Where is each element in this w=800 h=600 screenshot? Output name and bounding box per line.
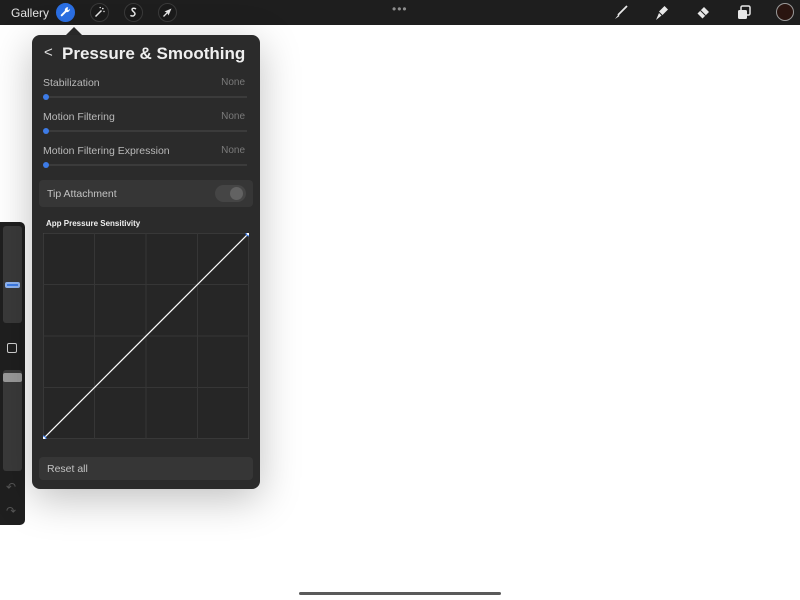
tip-attachment-toggle[interactable] [215,185,246,202]
home-indicator [299,592,501,595]
panel-title: Pressure & Smoothing [62,44,246,63]
pressure-curve-editor[interactable] [43,233,249,439]
motion-filtering-expression-label: Motion Filtering Expression [43,145,170,157]
selection-button[interactable] [124,3,143,22]
wrench-icon [60,7,70,17]
tip-attachment-row: Tip Attachment [39,180,253,207]
stabilization-slider[interactable] [43,96,247,98]
eraser-button[interactable] [694,4,712,21]
undo-icon[interactable]: ↶ [6,480,16,494]
eraser-icon [697,7,709,19]
motion-filtering-slider-knob[interactable] [43,128,49,134]
selection-icon [129,7,137,17]
gallery-button[interactable]: Gallery [11,6,49,20]
reset-all-label: Reset all [47,463,88,475]
magic-wand-icon [94,6,105,18]
brush-opacity-slider[interactable] [3,370,22,471]
popover-pointer [66,27,82,35]
brush-size-slider[interactable] [3,226,22,323]
brush-icon [615,5,628,19]
back-chevron-icon[interactable]: < [44,44,53,61]
motion-filtering-value: None [221,111,245,122]
brush-sidebar: ↶ ↷ [0,222,25,525]
layers-icon [738,5,751,19]
motion-filtering-slider[interactable] [43,130,247,132]
transform-arrow-icon [163,8,172,17]
adjustments-button[interactable] [90,3,109,22]
stabilization-label: Stabilization [43,77,100,89]
stabilization-value: None [221,77,245,88]
reset-all-button[interactable]: Reset all [39,457,253,480]
redo-icon[interactable]: ↷ [6,504,16,518]
color-picker-button[interactable] [776,3,794,21]
transform-button[interactable] [158,3,177,22]
pressure-smoothing-panel: < Pressure & Smoothing Stabilization Non… [32,35,260,489]
more-options-handle[interactable]: ••• [392,2,408,16]
brush-opacity-thumb[interactable] [3,373,22,382]
smudge-button[interactable] [653,4,671,21]
modify-button[interactable] [7,343,17,353]
pressure-curve-label: App Pressure Sensitivity [46,219,141,228]
motion-filtering-expression-value: None [221,145,245,156]
toggle-knob [230,187,243,200]
motion-filtering-expression-slider[interactable] [43,164,247,166]
smudge-icon [656,6,668,20]
layers-button[interactable] [735,4,753,21]
motion-filtering-label: Motion Filtering [43,111,115,123]
brush-size-thumb[interactable] [5,282,20,288]
tip-attachment-label: Tip Attachment [47,188,117,200]
brush-button[interactable] [612,4,630,21]
motion-filtering-expression-slider-knob[interactable] [43,162,49,168]
stabilization-slider-knob[interactable] [43,94,49,100]
top-toolbar: Gallery ••• [0,0,800,25]
actions-button[interactable] [56,3,75,22]
